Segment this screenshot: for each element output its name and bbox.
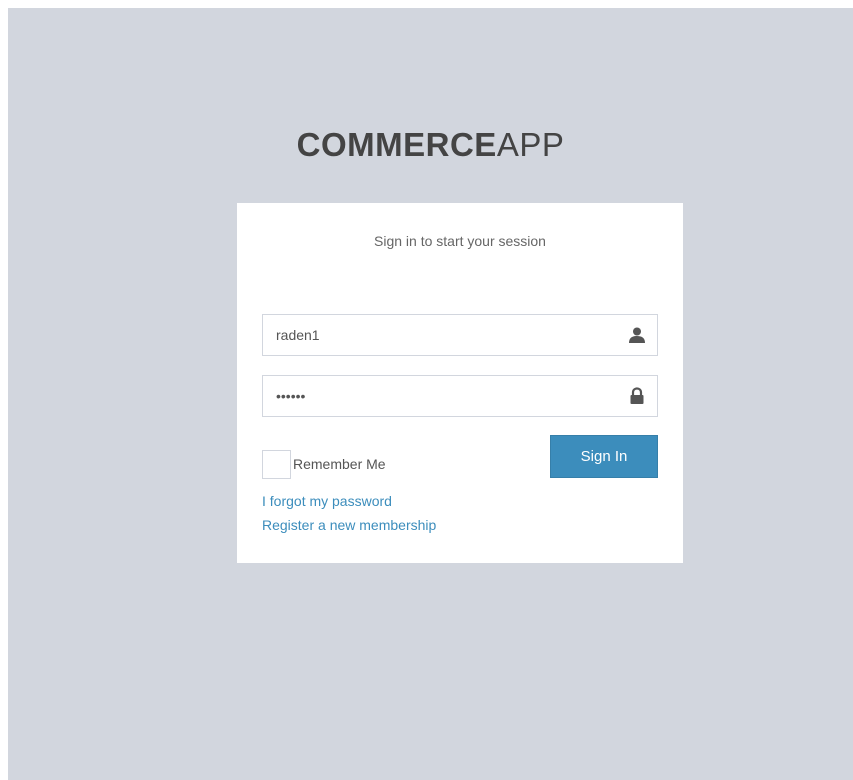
forgot-password-link[interactable]: I forgot my password xyxy=(262,493,392,509)
logo-light-text: APP xyxy=(496,126,565,163)
username-input[interactable] xyxy=(262,314,658,356)
password-input[interactable] xyxy=(262,375,658,417)
lock-icon xyxy=(628,387,646,405)
remember-me[interactable]: Remember Me xyxy=(262,449,386,479)
password-field xyxy=(262,375,658,417)
app-logo[interactable]: COMMERCEAPP xyxy=(8,126,853,164)
remember-me-label: Remember Me xyxy=(293,456,386,472)
login-box: Sign in to start your session Remembe xyxy=(237,203,683,563)
sign-in-button[interactable]: Sign In xyxy=(550,435,658,478)
username-field xyxy=(262,314,658,356)
register-link[interactable]: Register a new membership xyxy=(262,517,436,533)
remember-me-checkbox[interactable] xyxy=(262,449,291,479)
login-box-message: Sign in to start your session xyxy=(374,233,546,249)
user-icon xyxy=(628,326,646,344)
logo-bold-text: COMMERCE xyxy=(296,126,497,163)
login-page: COMMERCEAPP Sign in to start your sessio… xyxy=(8,8,853,780)
